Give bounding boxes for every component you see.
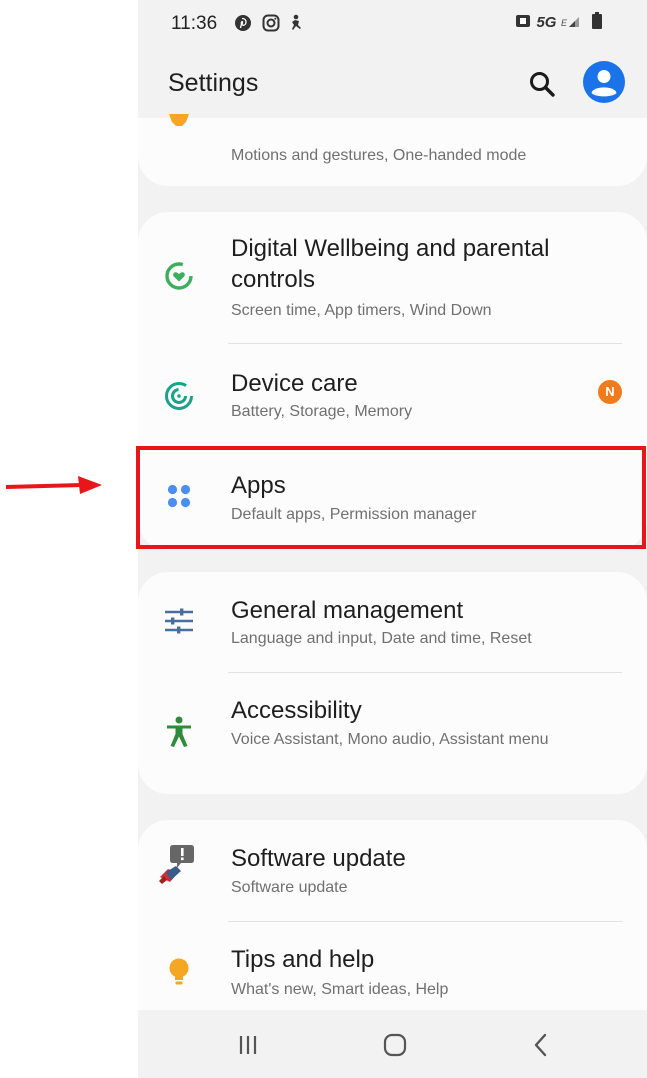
- battery-icon: [592, 12, 603, 29]
- app-header: Settings: [138, 55, 647, 113]
- settings-item-subtitle: Screen time, App timers, Wind Down: [231, 302, 492, 319]
- settings-item-title: Digital Wellbeing and parental controls: [231, 235, 550, 293]
- notification-figure-icon: [292, 14, 301, 30]
- settings-item-title: Accessibility: [231, 697, 362, 724]
- settings-item-subtitle: Language and input, Date and time, Reset: [231, 630, 532, 647]
- settings-item-wellbeing[interactable]: Digital Wellbeing and parental controls …: [138, 212, 647, 342]
- home-button[interactable]: [377, 1030, 413, 1060]
- settings-item-software-update[interactable]: Software update Software update: [138, 820, 647, 920]
- new-badge: N: [598, 380, 622, 404]
- status-indicators: 5G E: [514, 12, 603, 32]
- status-bar: 11:36 5G E: [138, 0, 647, 48]
- settings-item-subtitle: Battery, Storage, Memory: [231, 403, 413, 420]
- wellbeing-icon: [165, 262, 193, 290]
- settings-item-title: Device care: [231, 370, 358, 397]
- recent-apps-button[interactable]: [230, 1030, 266, 1060]
- accessibility-icon: [167, 716, 191, 747]
- software-update-icon: [159, 845, 194, 884]
- pointer-arrow-icon: [6, 476, 102, 494]
- svg-text:E: E: [561, 18, 568, 28]
- settings-item-subtitle: What's new, Smart ideas, Help: [231, 981, 449, 998]
- settings-item-title: Software update: [231, 845, 406, 872]
- signal-icon: E: [561, 17, 579, 28]
- settings-item-tips-and-help[interactable]: Tips and help What's new, Smart ideas, H…: [138, 922, 647, 1010]
- settings-item-accessibility[interactable]: Accessibility Voice Assistant, Mono audi…: [138, 673, 647, 794]
- lightbulb-icon: [169, 958, 189, 985]
- settings-item-title: Tips and help: [231, 946, 375, 973]
- sliders-icon: [165, 608, 193, 634]
- device-care-icon: [165, 382, 193, 410]
- settings-item-subtitle: Voice Assistant, Mono audio, Assistant m…: [231, 731, 549, 748]
- navigation-bar: [138, 1010, 647, 1078]
- pinterest-icon: [235, 15, 251, 31]
- settings-item-subtitle: Software update: [231, 879, 348, 896]
- settings-group-general: General management Language and input, D…: [138, 572, 647, 794]
- page-title: Settings: [168, 69, 259, 97]
- settings-group-advanced: Motions and gestures, One-handed mode: [138, 114, 647, 186]
- settings-item-general-management[interactable]: General management Language and input, D…: [138, 572, 647, 672]
- search-icon[interactable]: [527, 69, 557, 99]
- status-time: 11:36: [171, 13, 218, 34]
- highlight-box: [136, 446, 646, 549]
- account-icon[interactable]: [582, 60, 626, 104]
- network-type: 5G: [536, 14, 557, 31]
- instagram-icon: [262, 14, 280, 32]
- back-button[interactable]: [523, 1030, 559, 1060]
- alarm-icon: [516, 15, 530, 27]
- settings-group-support: Software update Software update Tips and…: [138, 820, 647, 1010]
- settings-item-device-care[interactable]: Device care Battery, Storage, Memory: [138, 344, 647, 444]
- settings-item-advanced[interactable]: Motions and gestures, One-handed mode: [138, 118, 647, 186]
- settings-item-subtitle: Motions and gestures, One-handed mode: [231, 147, 527, 164]
- settings-item-title: General management: [231, 597, 464, 624]
